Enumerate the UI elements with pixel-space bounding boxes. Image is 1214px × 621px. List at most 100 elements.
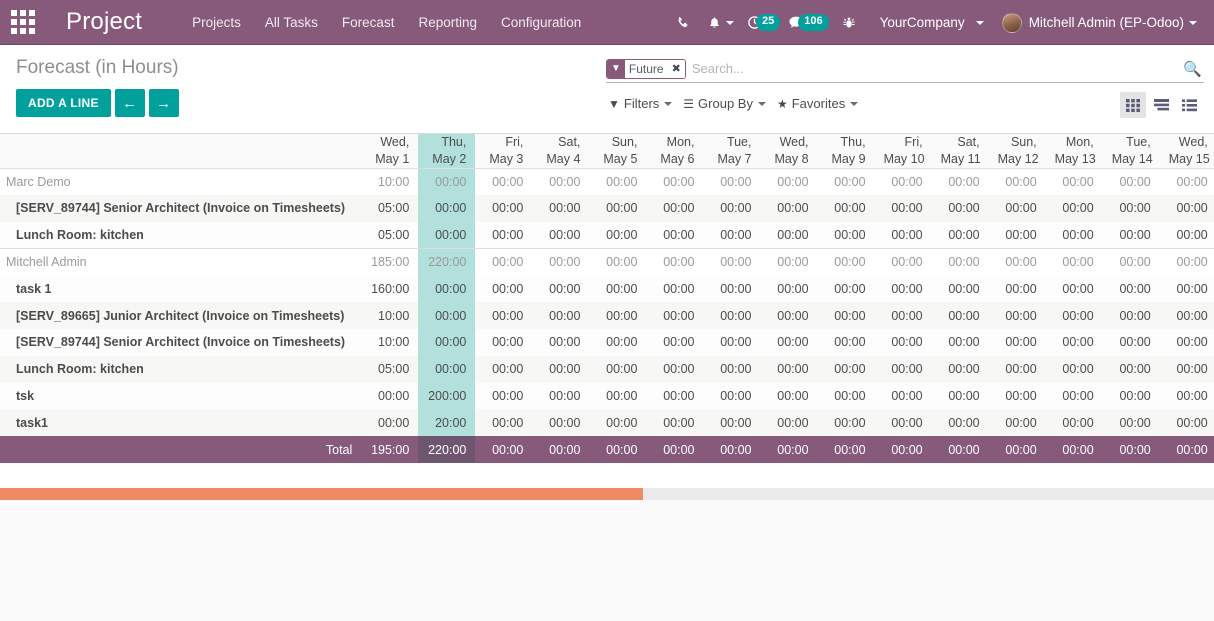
- grid-cell[interactable]: 00:00: [817, 329, 875, 356]
- grid-cell[interactable]: 00:00: [760, 248, 818, 276]
- facet-remove-icon[interactable]: ✖: [667, 59, 685, 78]
- grid-cell[interactable]: 00:00: [1045, 168, 1103, 196]
- grid-cell[interactable]: 00:00: [760, 195, 818, 222]
- grid-cell[interactable]: 00:00: [1102, 221, 1160, 249]
- grid-cell[interactable]: 00:00: [988, 355, 1046, 383]
- grid-cell[interactable]: 00:00: [418, 195, 476, 222]
- grid-cell[interactable]: 00:00: [646, 275, 704, 303]
- messages-menu-button[interactable]: 106: [784, 0, 832, 45]
- grid-cell[interactable]: 00:00: [1159, 221, 1214, 249]
- grid-cell[interactable]: 00:00: [1045, 248, 1103, 276]
- grid-cell[interactable]: 05:00: [361, 195, 419, 222]
- grid-cell[interactable]: 00:00: [532, 275, 590, 303]
- grid-cell[interactable]: 00:00: [589, 382, 647, 410]
- grid-cell[interactable]: 00:00: [1045, 409, 1103, 437]
- grid-cell[interactable]: 00:00: [1159, 302, 1214, 330]
- grid-cell[interactable]: 05:00: [361, 355, 419, 383]
- grid-cell[interactable]: 00:00: [589, 248, 647, 276]
- grid-task-row[interactable]: [SERV_89665] Junior Architect (Invoice o…: [0, 302, 1214, 330]
- favorites-dropdown[interactable]: ★ Favorites: [775, 94, 867, 113]
- grid-cell[interactable]: 00:00: [931, 275, 989, 303]
- grid-cell[interactable]: 00:00: [418, 221, 476, 249]
- grid-cell[interactable]: 00:00: [874, 355, 932, 383]
- grid-cell[interactable]: 00:00: [1159, 195, 1214, 222]
- grid-cell[interactable]: 00:00: [817, 168, 875, 196]
- grid-cell[interactable]: 00:00: [589, 409, 647, 437]
- grid-cell[interactable]: 00:00: [817, 382, 875, 410]
- grid-cell[interactable]: 00:00: [646, 355, 704, 383]
- grid-cell[interactable]: 00:00: [1102, 382, 1160, 410]
- grid-cell[interactable]: 00:00: [1102, 275, 1160, 303]
- grid-cell[interactable]: 00:00: [988, 302, 1046, 330]
- grid-cell[interactable]: 00:00: [646, 195, 704, 222]
- grid-cell[interactable]: 00:00: [988, 382, 1046, 410]
- grid-cell[interactable]: 00:00: [760, 302, 818, 330]
- grid-cell[interactable]: 00:00: [1159, 275, 1214, 303]
- grid-cell[interactable]: 00:00: [1045, 329, 1103, 356]
- grid-cell[interactable]: 185:00: [361, 248, 419, 276]
- grid-cell[interactable]: 00:00: [532, 382, 590, 410]
- grid-cell[interactable]: 00:00: [931, 248, 989, 276]
- grid-cell[interactable]: 00:00: [988, 221, 1046, 249]
- grid-cell[interactable]: 00:00: [1159, 248, 1214, 276]
- grid-cell[interactable]: 00:00: [532, 409, 590, 437]
- grid-cell[interactable]: 00:00: [1102, 355, 1160, 383]
- phone-icon[interactable]: [667, 0, 699, 45]
- grid-cell[interactable]: 00:00: [1159, 409, 1214, 437]
- bug-icon[interactable]: [833, 0, 865, 45]
- grid-cell[interactable]: 00:00: [874, 248, 932, 276]
- grid-cell[interactable]: 00:00: [760, 409, 818, 437]
- grid-cell[interactable]: 00:00: [1159, 382, 1214, 410]
- list-view-icon[interactable]: [1176, 92, 1202, 118]
- grid-group-row[interactable]: Mitchell Admin 185:00 220:00 00:00 00:00 00:0…: [0, 248, 1214, 276]
- grid-cell[interactable]: 00:00: [817, 355, 875, 383]
- grid-cell[interactable]: 00:00: [532, 195, 590, 222]
- grid-cell[interactable]: 00:00: [931, 221, 989, 249]
- grid-cell[interactable]: 00:00: [760, 355, 818, 383]
- grid-cell[interactable]: 00:00: [703, 355, 761, 383]
- menu-item-all-tasks[interactable]: All Tasks: [253, 3, 330, 42]
- grid-cell[interactable]: 00:00: [1159, 168, 1214, 196]
- grid-task-row[interactable]: task 1 160:00 00:00 00:00 00:00 00:00 00:00 00:…: [0, 275, 1214, 303]
- menu-item-forecast[interactable]: Forecast: [330, 3, 407, 42]
- grid-cell[interactable]: 00:00: [1102, 195, 1160, 222]
- grid-cell[interactable]: 00:00: [931, 302, 989, 330]
- grid-cell[interactable]: 00:00: [1045, 221, 1103, 249]
- grid-cell[interactable]: 220:00: [418, 248, 476, 276]
- pivot-view-icon[interactable]: [1148, 92, 1174, 118]
- grid-cell[interactable]: 00:00: [817, 248, 875, 276]
- grid-cell[interactable]: 00:00: [703, 275, 761, 303]
- grid-cell[interactable]: 00:00: [475, 329, 533, 356]
- search-icon[interactable]: 🔍: [1183, 60, 1204, 78]
- grid-cell[interactable]: 00:00: [475, 302, 533, 330]
- search-facet-future[interactable]: ▼ Future ✖: [606, 58, 686, 79]
- grid-cell[interactable]: 00:00: [874, 302, 932, 330]
- apps-menu-button[interactable]: [0, 0, 46, 45]
- company-switcher[interactable]: YourCompany: [865, 0, 993, 45]
- filters-dropdown[interactable]: ▼ Filters: [606, 94, 681, 113]
- grid-task-row[interactable]: Lunch Room: kitchen 05:00 00:00 00:00 00:00 0…: [0, 355, 1214, 383]
- grid-cell[interactable]: 00:00: [1159, 329, 1214, 356]
- add-a-line-button[interactable]: ADD A LINE: [16, 89, 111, 117]
- grid-cell[interactable]: 00:00: [703, 221, 761, 249]
- grid-cell[interactable]: 00:00: [475, 221, 533, 249]
- menu-item-configuration[interactable]: Configuration: [489, 3, 593, 42]
- grid-cell[interactable]: 00:00: [646, 302, 704, 330]
- user-menu-button[interactable]: Mitchell Admin (EP-Odoo): [993, 0, 1206, 45]
- grid-cell[interactable]: 00:00: [589, 195, 647, 222]
- grid-cell[interactable]: 05:00: [361, 221, 419, 249]
- previous-period-button[interactable]: ←: [114, 89, 145, 117]
- notifications-button[interactable]: [699, 0, 743, 45]
- grid-cell[interactable]: 00:00: [988, 248, 1046, 276]
- grid-cell[interactable]: 00:00: [532, 302, 590, 330]
- grid-cell[interactable]: 00:00: [988, 195, 1046, 222]
- grid-task-row[interactable]: [SERV_89744] Senior Architect (Invoice o…: [0, 329, 1214, 356]
- grid-cell[interactable]: 00:00: [646, 409, 704, 437]
- grid-cell[interactable]: 00:00: [988, 168, 1046, 196]
- grid-cell[interactable]: 00:00: [475, 248, 533, 276]
- activity-menu-button[interactable]: 25: [743, 0, 784, 45]
- grid-cell[interactable]: 00:00: [874, 329, 932, 356]
- grid-cell[interactable]: 00:00: [589, 168, 647, 196]
- grid-cell[interactable]: 00:00: [703, 168, 761, 196]
- grid-cell[interactable]: 00:00: [475, 195, 533, 222]
